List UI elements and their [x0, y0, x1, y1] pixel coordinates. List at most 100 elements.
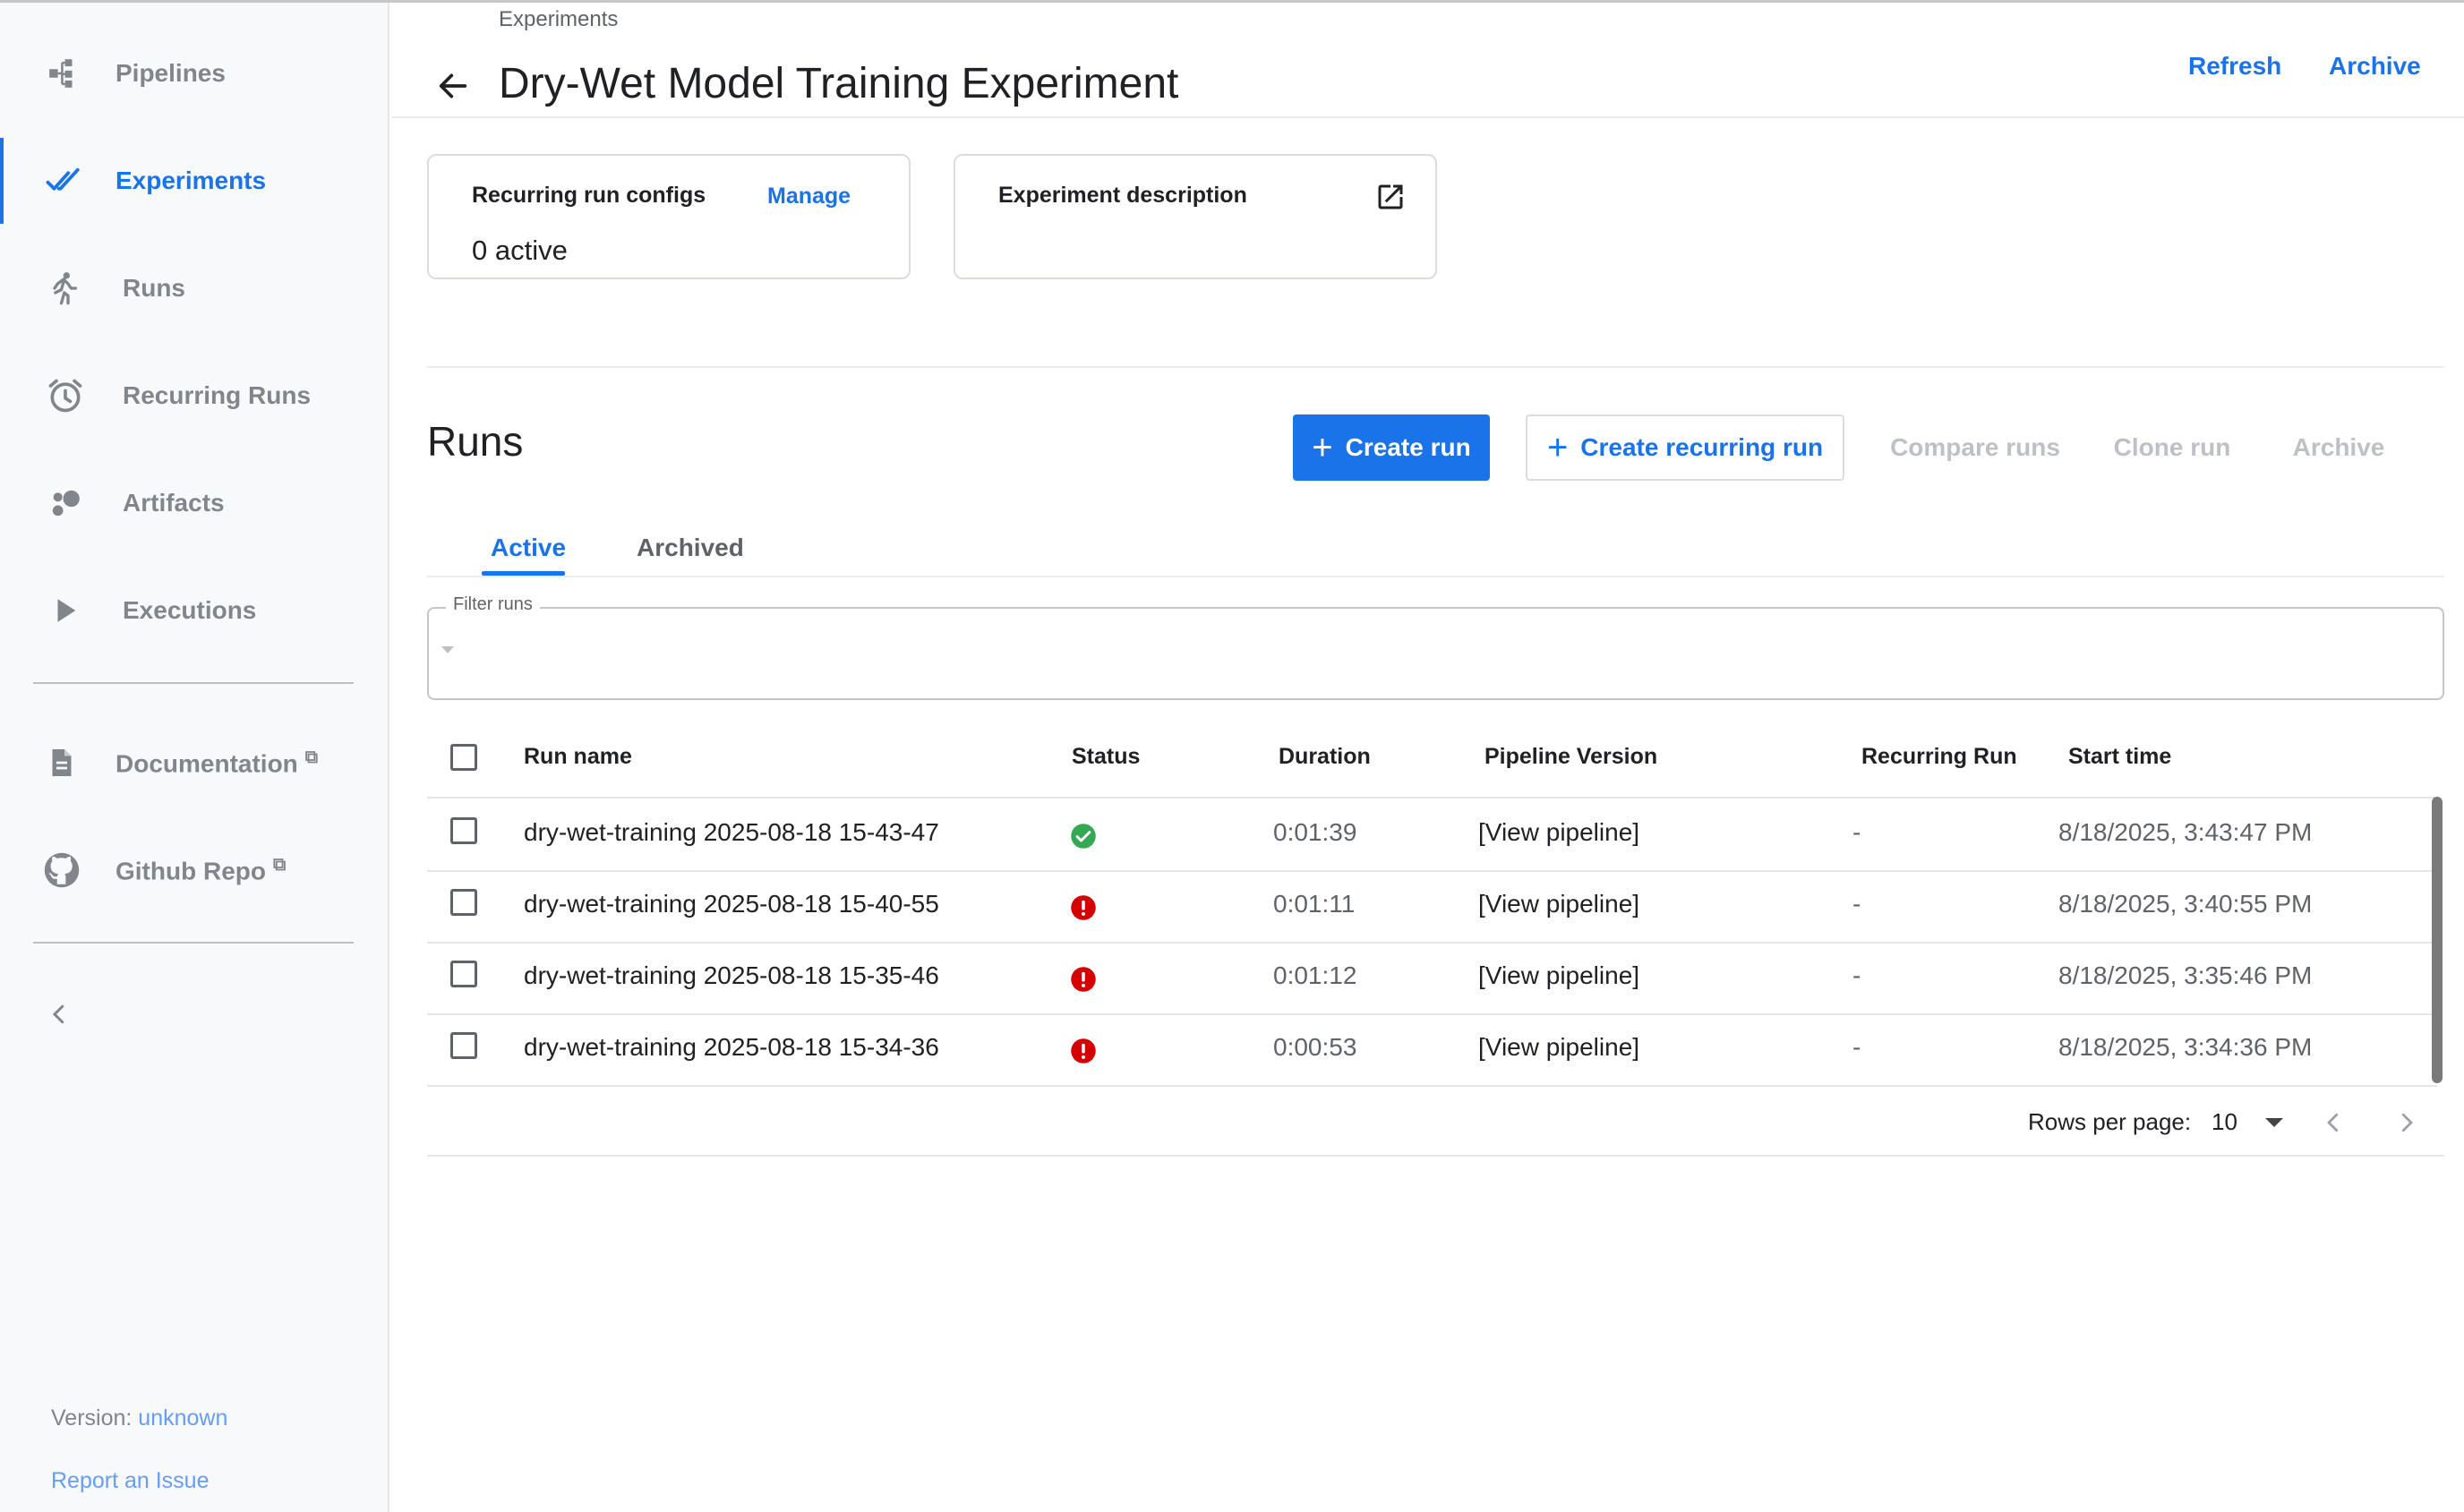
sidebar-divider: [33, 682, 354, 684]
card-title: Experiment description: [998, 183, 1247, 208]
tab-archived[interactable]: Archived: [637, 534, 744, 562]
page-title: Dry-Wet Model Training Experiment: [499, 60, 1179, 107]
document-icon: [39, 740, 84, 785]
rows-per-page-value: 10: [2212, 1108, 2237, 1135]
table-scrollbar[interactable]: [2432, 797, 2443, 1083]
breadcrumb[interactable]: Experiments: [499, 7, 618, 32]
create-recurring-run-label: Create recurring run: [1580, 433, 1824, 461]
sidebar-item-github-repo[interactable]: Github Repo ⧉: [0, 827, 388, 913]
sidebar-item-executions[interactable]: Executions: [0, 568, 388, 653]
table-row[interactable]: dry-wet-training 2025-08-18 15-34-36 0:0…: [427, 1013, 2437, 1087]
run-name-link[interactable]: dry-wet-training 2025-08-18 15-34-36: [524, 1033, 939, 1062]
alarm-icon: [43, 373, 88, 418]
next-page-button[interactable]: [2387, 1103, 2426, 1142]
create-run-label: Create run: [1345, 433, 1471, 461]
select-all-checkbox[interactable]: [450, 744, 477, 771]
recurring-run-value: -: [1852, 890, 1861, 918]
section-divider: [427, 366, 2444, 368]
version-label: Version:: [51, 1405, 133, 1431]
create-recurring-run-button[interactable]: + Create recurring run: [1526, 414, 1844, 481]
table-row[interactable]: dry-wet-training 2025-08-18 15-43-47 0:0…: [427, 799, 2437, 872]
row-checkbox[interactable]: [450, 817, 477, 844]
table-footer-divider: [427, 1155, 2444, 1157]
sidebar-item-experiments[interactable]: Experiments: [0, 138, 388, 224]
sidebar: Pipelines Experiments Runs Recurring Run…: [0, 3, 389, 1512]
run-start-time: 8/18/2025, 3:40:55 PM: [2058, 890, 2313, 918]
collapse-sidebar-button[interactable]: [41, 996, 77, 1032]
view-pipeline-link[interactable]: [View pipeline]: [1478, 818, 1639, 847]
rows-per-page-select[interactable]: 10: [2212, 1105, 2292, 1140]
column-header-status[interactable]: Status: [1072, 744, 1140, 770]
active-count: 0 active: [472, 235, 568, 266]
compare-runs-button[interactable]: Compare runs: [1877, 414, 2074, 481]
back-button[interactable]: [432, 64, 475, 107]
run-duration: 0:01:12: [1273, 961, 1357, 989]
column-header-recurring-run[interactable]: Recurring Run: [1861, 744, 2017, 770]
table-row[interactable]: dry-wet-training 2025-08-18 15-35-46 0:0…: [427, 942, 2437, 1015]
sidebar-item-pipelines[interactable]: Pipelines: [0, 30, 388, 116]
experiment-description-card: Experiment description: [954, 154, 1437, 279]
previous-page-button[interactable]: [2314, 1103, 2353, 1142]
refresh-button[interactable]: Refresh: [2188, 52, 2281, 81]
row-checkbox[interactable]: [450, 961, 477, 987]
filter-runs-input[interactable]: [466, 627, 2430, 691]
run-name-link[interactable]: dry-wet-training 2025-08-18 15-40-55: [524, 890, 939, 918]
error-icon: [1071, 895, 1096, 920]
plus-icon: +: [1546, 428, 1569, 467]
table-row[interactable]: dry-wet-training 2025-08-18 15-40-55 0:0…: [427, 870, 2437, 944]
create-run-button[interactable]: + Create run: [1293, 414, 1490, 481]
sidebar-item-documentation[interactable]: Documentation ⧉: [0, 720, 388, 806]
chevron-left-icon: [52, 1004, 64, 1024]
card-title: Recurring run configs: [472, 183, 706, 208]
tabs-divider: [427, 576, 2444, 577]
arrow-left-icon: [439, 73, 467, 98]
sidebar-item-label-wrap: Documentation ⧉: [116, 747, 318, 778]
github-icon: [39, 848, 84, 893]
archive-experiment-button[interactable]: Archive: [2329, 52, 2421, 81]
run-duration: 0:01:39: [1273, 818, 1357, 846]
column-header-duration[interactable]: Duration: [1279, 744, 1371, 770]
version-info: Version: unknown: [51, 1405, 227, 1431]
row-checkbox[interactable]: [450, 1032, 477, 1059]
success-icon: [1071, 824, 1096, 849]
sidebar-item-recurring-runs[interactable]: Recurring Runs: [0, 353, 388, 439]
column-header-pipeline-version[interactable]: Pipeline Version: [1484, 744, 1657, 770]
report-issue-link[interactable]: Report an Issue: [51, 1468, 210, 1494]
runs-title: Runs: [427, 418, 524, 465]
run-start-time: 8/18/2025, 3:43:47 PM: [2058, 818, 2313, 846]
experiments-icon: [41, 158, 86, 203]
sidebar-item-label: Runs: [123, 274, 185, 302]
view-pipeline-link[interactable]: [View pipeline]: [1478, 961, 1639, 990]
open-in-new-icon[interactable]: [1374, 181, 1407, 213]
sidebar-item-label: Pipelines: [116, 59, 226, 87]
run-name-link[interactable]: dry-wet-training 2025-08-18 15-35-46: [524, 961, 939, 990]
run-start-time: 8/18/2025, 3:35:46 PM: [2058, 961, 2313, 989]
pipelines-icon: [41, 51, 86, 96]
plus-icon: +: [1312, 428, 1333, 467]
row-checkbox[interactable]: [450, 889, 477, 916]
column-header-run-name[interactable]: Run name: [524, 744, 632, 770]
run-name-link[interactable]: dry-wet-training 2025-08-18 15-43-47: [524, 818, 939, 847]
tab-active[interactable]: Active: [491, 534, 566, 562]
sidebar-divider: [33, 942, 354, 944]
chevron-left-icon: [2327, 1113, 2339, 1132]
manage-button[interactable]: Manage: [767, 184, 851, 209]
filter-dropdown-icon: [441, 646, 454, 653]
chevron-right-icon: [2401, 1113, 2413, 1132]
run-start-time: 8/18/2025, 3:34:36 PM: [2058, 1033, 2313, 1061]
view-pipeline-link[interactable]: [View pipeline]: [1478, 890, 1639, 918]
runs-icon: [41, 266, 86, 311]
filter-runs-label: Filter runs: [446, 594, 540, 615]
recurring-run-value: -: [1852, 1033, 1861, 1061]
archive-runs-button[interactable]: Archive: [2274, 414, 2403, 481]
run-duration: 0:00:53: [1273, 1033, 1357, 1061]
version-link[interactable]: unknown: [138, 1405, 227, 1431]
sidebar-item-runs[interactable]: Runs: [0, 245, 388, 331]
clone-run-button[interactable]: Clone run: [2100, 414, 2244, 481]
rows-per-page-label: Rows per page:: [2028, 1108, 2192, 1135]
view-pipeline-link[interactable]: [View pipeline]: [1478, 1033, 1639, 1062]
sidebar-item-label: Artifacts: [123, 489, 225, 517]
recurring-run-value: -: [1852, 818, 1861, 846]
sidebar-item-artifacts[interactable]: Artifacts: [0, 460, 388, 546]
column-header-start-time[interactable]: Start time: [2068, 744, 2171, 770]
